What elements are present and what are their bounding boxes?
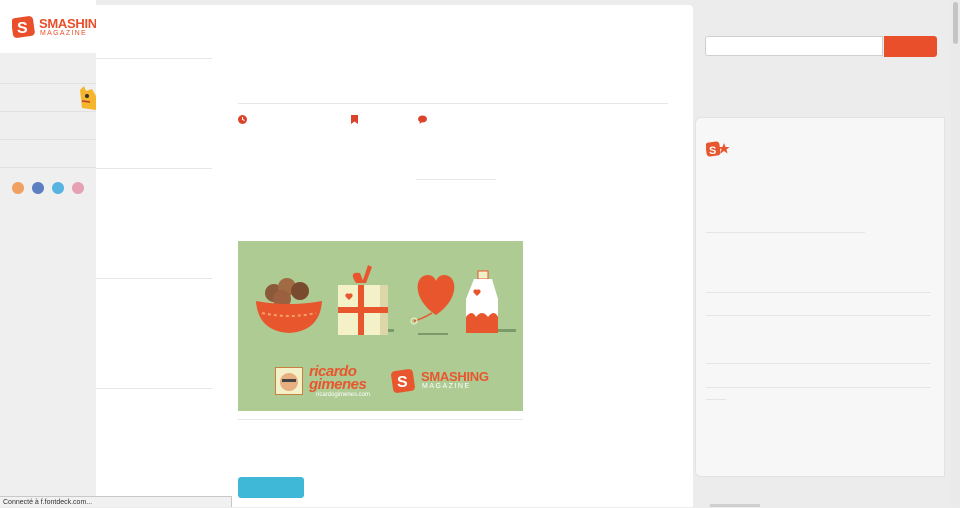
avatar-face-icon [280, 373, 298, 391]
divider [96, 278, 212, 279]
sidebar-divider [706, 292, 931, 293]
gift-box-icon [338, 265, 394, 335]
article-header-divider [238, 103, 668, 104]
divider [96, 58, 212, 59]
image-brand-tagline: MAGAZINE [422, 383, 471, 390]
cookie-bowl-icon [256, 278, 322, 333]
feature-image: ricardo gimenes ricardogimenes.com S SMA… [238, 241, 523, 411]
bookmark-icon [351, 115, 358, 124]
email-icon[interactable] [72, 182, 84, 194]
sidebar-divider [706, 232, 865, 233]
search-input[interactable] [705, 36, 883, 56]
nav-divider [0, 139, 96, 140]
sidebar-divider [706, 315, 931, 316]
search-button[interactable] [884, 36, 937, 57]
heart-balloon-icon [410, 275, 455, 335]
sidebar-divider [706, 399, 726, 400]
left-navigation [0, 0, 96, 507]
milk-bottle-icon [466, 270, 516, 333]
nav-divider [0, 111, 96, 112]
ricardo-avatar [275, 367, 303, 395]
subscribe-button[interactable] [238, 477, 304, 498]
svg-text:S: S [709, 145, 716, 157]
clock-icon [238, 115, 247, 124]
divider [96, 168, 212, 169]
status-bar: Connecté à f.fontdeck.com... [0, 496, 232, 507]
sidebar-panel: S [695, 117, 945, 477]
sidebar-divider [706, 363, 931, 364]
brand-tagline: MAGAZINE [40, 30, 87, 37]
nav-divider [0, 167, 96, 168]
svg-text:S: S [17, 20, 28, 37]
image-brand-name: SMASHING [421, 369, 489, 384]
social-links [12, 182, 88, 194]
logo[interactable]: S SMASHING MAGAZINE [0, 0, 107, 53]
smashing-logo-icon: S [12, 16, 35, 38]
twitter-icon[interactable] [52, 182, 64, 194]
credit-name-line2: gimenes [309, 376, 367, 393]
divider [416, 179, 496, 180]
facebook-icon[interactable] [32, 182, 44, 194]
smashing-logo-icon: S [391, 369, 415, 393]
divider [238, 419, 523, 420]
mascot-cat-icon [80, 86, 96, 110]
sidebar-divider [706, 387, 931, 388]
scrollbar-thumb[interactable] [953, 2, 958, 44]
svg-text:S: S [397, 374, 408, 391]
divider [96, 388, 212, 389]
scrollbar[interactable] [951, 0, 960, 507]
nav-divider [0, 83, 96, 84]
smashing-mark-icon: S [706, 141, 730, 157]
rss-icon[interactable] [12, 182, 24, 194]
comment-icon [418, 115, 427, 124]
credit-url: ricardogimenes.com [316, 392, 371, 398]
